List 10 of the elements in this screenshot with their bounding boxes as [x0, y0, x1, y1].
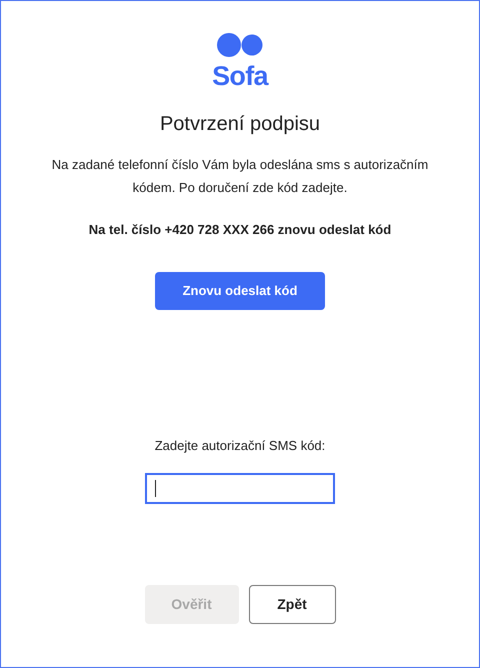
code-input-field[interactable]: [145, 473, 335, 504]
text-cursor: [155, 480, 156, 497]
logo-text: Sofa: [212, 63, 268, 90]
resend-button[interactable]: Znovu odeslat kód: [155, 272, 325, 310]
instruction-text: Na zadané telefonní číslo Vám byla odeslána sms s autorizačním kódem. Po doručení zde kód zadejte.: [50, 156, 430, 197]
logo-icon: [217, 33, 263, 57]
page-title: Potvrzení podpisu: [160, 112, 320, 137]
back-button[interactable]: Zpět: [248, 585, 336, 624]
field-label: Zadejte autorizační SMS kód:: [154, 436, 326, 455]
resend-info-text: Na tel. číslo +420 728 XXX 266 znovu odeslat kód: [88, 221, 392, 239]
